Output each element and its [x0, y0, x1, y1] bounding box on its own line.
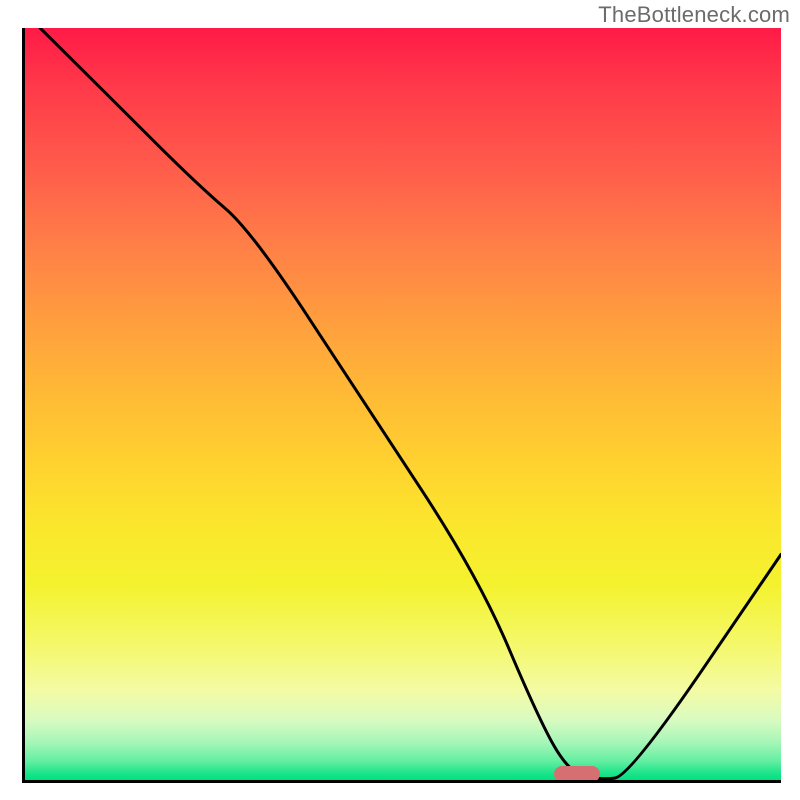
plot-area	[22, 28, 781, 783]
optimal-marker	[554, 766, 599, 782]
curve-svg	[25, 28, 781, 780]
chart-container: TheBottleneck.com	[0, 0, 800, 800]
watermark-text: TheBottleneck.com	[598, 2, 790, 28]
bottleneck-curve	[40, 28, 781, 779]
